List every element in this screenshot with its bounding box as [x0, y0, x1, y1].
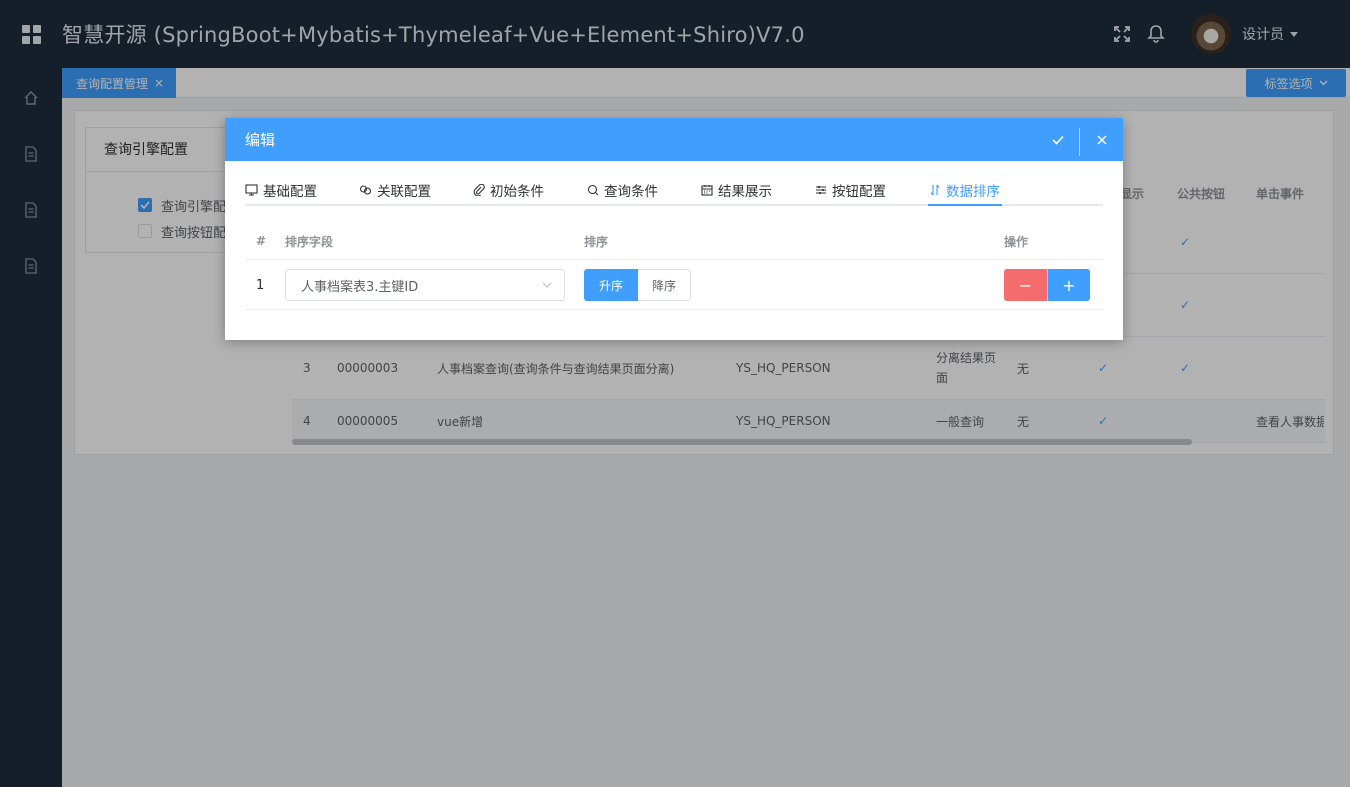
tab-label: 结果展示 [718, 184, 772, 200]
tab-query-conditions[interactable]: 查询条件 [587, 174, 658, 206]
add-row-button[interactable]: + [1047, 269, 1090, 301]
header-sort-order: 排序 [584, 234, 609, 249]
sort-table-header: # 排序字段 排序 操作 [245, 222, 1103, 260]
edit-dialog: 编辑 基础配置 关联配置 初始条件 查询条件 结果展示 按钮配置 数据排序 # … [225, 118, 1123, 340]
search-icon [587, 184, 599, 196]
header-index: # [256, 234, 267, 248]
close-icon [1097, 134, 1107, 145]
tab-label: 基础配置 [263, 184, 317, 200]
check-icon [1052, 135, 1064, 145]
tab-link-config[interactable]: 关联配置 [359, 174, 431, 206]
link-icon [359, 185, 372, 195]
tab-basic-config[interactable]: 基础配置 [245, 174, 317, 206]
divider [1079, 128, 1080, 156]
operations-cell: − + [1004, 260, 1090, 310]
dialog-tabs: 基础配置 关联配置 初始条件 查询条件 结果展示 按钮配置 数据排序 [245, 174, 1103, 206]
dialog-header: 编辑 [225, 118, 1123, 161]
sort-icon [930, 184, 940, 196]
chevron-down-icon [542, 282, 552, 288]
tab-button-config[interactable]: 按钮配置 [815, 174, 886, 206]
descending-button[interactable]: 降序 [638, 269, 692, 301]
dialog-title: 编辑 [245, 131, 276, 149]
sort-order-toggle: 升序 降序 [584, 269, 692, 301]
table-row: 1 人事档案表3.主键ID 升序 降序 − + [245, 260, 1103, 310]
select-value: 人事档案表3.主键ID [301, 279, 419, 295]
header-operations: 操作 [1004, 234, 1029, 249]
monitor-icon [245, 184, 258, 196]
tab-label: 初始条件 [490, 184, 544, 200]
row-index: 1 [256, 277, 265, 293]
tab-initial-conditions[interactable]: 初始条件 [473, 174, 544, 206]
calendar-icon [701, 185, 713, 196]
row-operations: − + [1004, 269, 1090, 301]
sort-order-cell: 升序 降序 [584, 260, 692, 310]
tab-result-display[interactable]: 结果展示 [701, 174, 772, 206]
close-dialog-button[interactable] [1081, 118, 1123, 161]
sort-table: # 排序字段 排序 操作 1 人事档案表3.主键ID 升序 降序 − + [245, 222, 1103, 310]
confirm-button[interactable] [1037, 118, 1079, 161]
tab-label: 查询条件 [604, 184, 658, 200]
tab-label: 数据排序 [946, 184, 1000, 200]
active-tab-indicator [928, 204, 1002, 206]
ascending-button[interactable]: 升序 [584, 269, 639, 301]
sliders-icon [816, 186, 826, 194]
sort-field-select-cell: 人事档案表3.主键ID [285, 260, 565, 310]
sort-field-select[interactable]: 人事档案表3.主键ID [285, 269, 565, 301]
tab-label: 按钮配置 [832, 184, 886, 200]
header-sort-field: 排序字段 [285, 234, 334, 249]
tab-label: 关联配置 [377, 184, 431, 200]
remove-row-button[interactable]: − [1004, 269, 1047, 301]
paperclip-icon [473, 184, 485, 196]
tab-data-sort[interactable]: 数据排序 [929, 174, 1000, 206]
